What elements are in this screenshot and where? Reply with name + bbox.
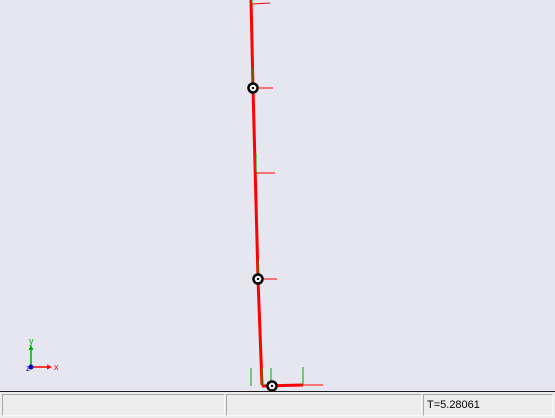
robot-link: [251, 87, 260, 280]
status-bar: T=5.28061: [0, 391, 555, 418]
status-cell-message: [2, 394, 225, 416]
x-axis-arrowhead: [47, 364, 52, 370]
base-frame-marker: [250, 367, 323, 386]
3d-viewport[interactable]: x y z: [0, 0, 555, 391]
robot-link: [256, 278, 264, 386]
y-axis-label: y: [29, 336, 34, 346]
joint-marker-icon[interactable]: [247, 82, 259, 94]
robot-link-chain: [249, 0, 304, 388]
frame-marker: [251, 0, 271, 5]
joint-marker-icon[interactable]: [266, 380, 278, 391]
status-cell-time: T=5.28061: [423, 394, 553, 416]
joint-marker-icon[interactable]: [252, 273, 264, 285]
x-axis-label: x: [54, 362, 59, 372]
frame-markers: [250, 0, 323, 386]
scene-canvas[interactable]: x y z: [0, 0, 555, 391]
status-cell-info: [226, 394, 422, 416]
axis-triad: x y z: [26, 336, 59, 373]
z-axis-label: z: [26, 364, 30, 373]
frame-marker: [255, 153, 275, 174]
